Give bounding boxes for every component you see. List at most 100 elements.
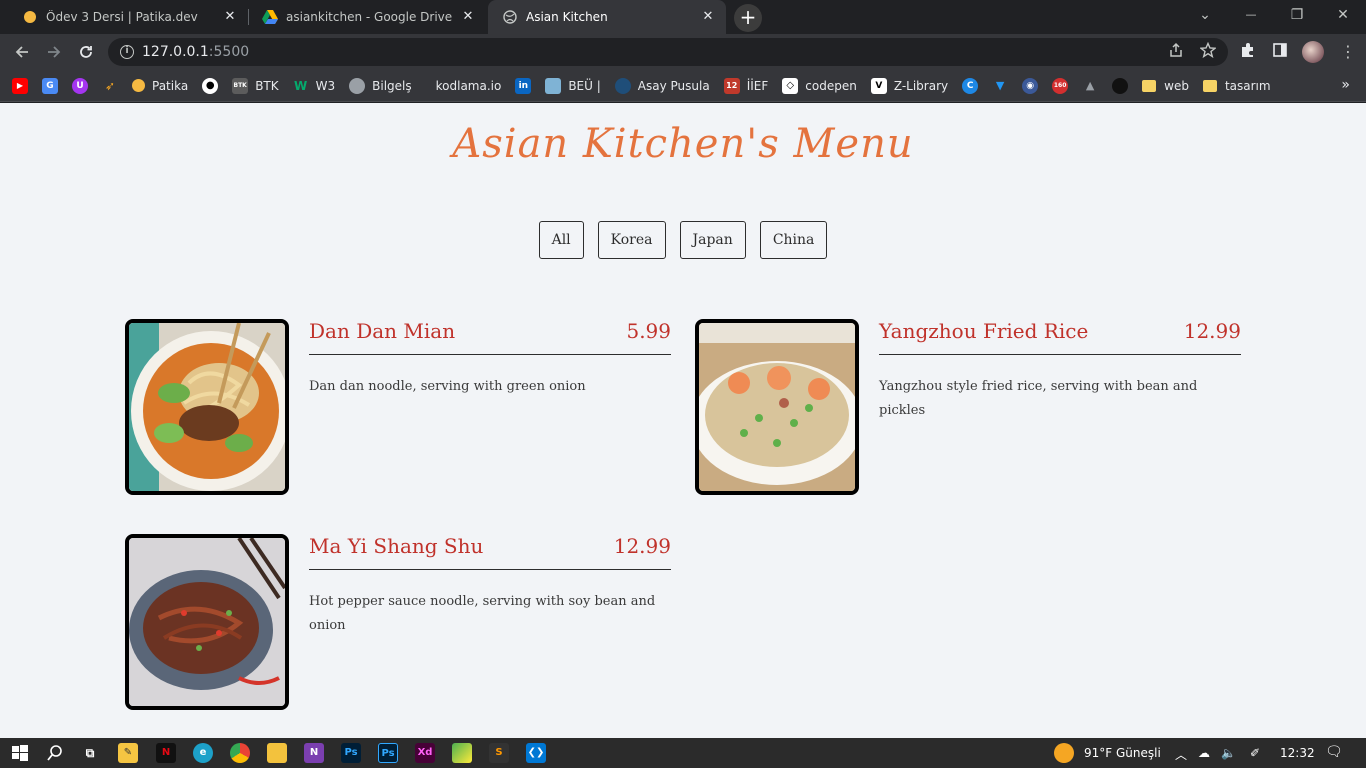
github-icon: ● xyxy=(202,77,219,94)
star-icon[interactable] xyxy=(1198,41,1218,62)
bookmark-codepen[interactable]: ◇ codepen xyxy=(782,77,857,94)
chevron-up-icon[interactable]: ︿ xyxy=(1175,746,1187,763)
hotspot-icon[interactable] xyxy=(452,743,472,763)
bookmark-dark[interactable] xyxy=(1112,77,1129,94)
photoshop-icon[interactable]: Ps xyxy=(378,743,398,763)
reload-icon[interactable] xyxy=(72,38,100,66)
page-content: Asian Kitchen's Menu All Korea Japan Chi… xyxy=(0,103,1366,738)
volume-icon[interactable]: 🔈 xyxy=(1221,746,1236,760)
restore-button[interactable]: ❐ xyxy=(1274,0,1320,34)
tab-strip: Ödev 3 Dersi | Patika.dev ✕ asiankitchen… xyxy=(0,0,1366,34)
close-tab-icon[interactable]: ✕ xyxy=(222,9,238,25)
address-bar[interactable]: i 127.0.0.1:5500 xyxy=(108,38,1228,66)
tab-google-drive[interactable]: asiankitchen - Google Drive ✕ xyxy=(248,0,486,34)
bookmark-folder-tasarim[interactable]: tasarım xyxy=(1202,79,1271,93)
patika-icon xyxy=(132,79,145,92)
bookmark-bilgelis[interactable]: Bilgelş xyxy=(349,77,412,94)
sidepanel-icon[interactable] xyxy=(1270,42,1290,62)
share-icon[interactable] xyxy=(1166,42,1186,62)
weather-text[interactable]: 91°F Güneşli xyxy=(1084,746,1161,760)
iief-icon: 12 xyxy=(723,77,740,94)
bookmark-vuetify[interactable]: ▼ xyxy=(992,78,1008,94)
taskview-icon[interactable]: ⧉ xyxy=(80,743,100,763)
bookmark-zlibrary[interactable]: V Z-Library xyxy=(870,77,949,94)
filter-all-button[interactable]: All xyxy=(538,221,584,259)
notes-icon[interactable]: ✎ xyxy=(118,743,138,763)
xd-icon[interactable]: Xd xyxy=(415,743,435,763)
graduation-cap-icon: ▲ xyxy=(1085,78,1095,92)
netflix-icon[interactable]: N xyxy=(156,743,176,763)
clock-time[interactable]: 12:32 xyxy=(1280,746,1315,760)
sublime-icon[interactable]: S xyxy=(489,743,509,763)
bookmark-btk[interactable]: BTK BTK xyxy=(232,77,279,94)
page-title: Asian Kitchen's Menu xyxy=(452,121,914,167)
cloud-icon[interactable]: ☁ xyxy=(1198,746,1210,760)
glass-noodle-photo xyxy=(125,534,289,710)
close-tab-icon[interactable]: ✕ xyxy=(700,9,716,25)
notifications-icon[interactable]: 🗨 xyxy=(1325,744,1343,760)
chrome-icon[interactable] xyxy=(230,743,250,763)
bookmark-label: BEÜ | xyxy=(568,78,601,93)
weather-sun-icon[interactable] xyxy=(1054,743,1074,763)
close-tab-icon[interactable]: ✕ xyxy=(460,9,476,25)
tab-patika[interactable]: Ödev 3 Dersi | Patika.dev ✕ xyxy=(8,0,248,34)
filter-china-button[interactable]: China xyxy=(759,221,828,259)
bookmark-w3[interactable]: W W3 xyxy=(293,78,336,94)
bookmark-folder-web[interactable]: web xyxy=(1142,79,1189,93)
bookmark-rocket[interactable]: ➶ xyxy=(102,78,118,94)
vscode-icon[interactable]: ❮❯ xyxy=(526,743,546,763)
bookmark-udemy[interactable]: U xyxy=(72,77,88,94)
forward-icon[interactable] xyxy=(40,38,68,66)
photoshop-icon[interactable]: Ps xyxy=(341,743,361,763)
minimize-button[interactable]: — xyxy=(1228,0,1274,34)
bookmark-160[interactable]: 160 xyxy=(1052,77,1069,94)
bookmark-youtube[interactable]: ▶ xyxy=(12,77,28,94)
windows-taskbar: ⧉ ✎ N e N Ps Ps Xd S ❮❯ 91°F Güneşli ︿ ☁… xyxy=(0,738,1366,768)
filter-japan-button[interactable]: Japan xyxy=(679,221,746,259)
tab-search-icon[interactable]: ⌄ xyxy=(1182,0,1228,34)
bookmark-label: BTK xyxy=(255,78,279,93)
patika-favicon xyxy=(22,9,38,25)
puzzle-icon[interactable] xyxy=(1238,42,1258,62)
bookmark-translate[interactable]: G xyxy=(42,77,58,94)
filter-korea-button[interactable]: Korea xyxy=(597,221,666,259)
bookmark-label: codepen xyxy=(805,78,857,93)
globe-icon xyxy=(502,9,518,25)
bookmark-kodlama[interactable]: kodlama.io xyxy=(436,79,502,93)
menu-item-description: Hot pepper sauce noodle, serving with so… xyxy=(309,594,656,633)
bookmark-label: W3 xyxy=(315,78,336,93)
menu-item-price: 12.99 xyxy=(613,534,671,558)
tab-title: asiankitchen - Google Drive xyxy=(286,10,453,24)
globe-icon xyxy=(349,77,366,94)
bookmark-linkedin[interactable]: in xyxy=(515,77,532,94)
menu-kebab-icon[interactable]: ⋮ xyxy=(1338,42,1358,62)
new-tab-button[interactable]: + xyxy=(734,4,762,32)
close-window-button[interactable]: ✕ xyxy=(1320,0,1366,34)
onenote-icon[interactable]: N xyxy=(304,743,324,763)
pen-icon[interactable]: ✐ xyxy=(1250,746,1260,760)
start-icon[interactable] xyxy=(10,743,30,763)
back-icon[interactable] xyxy=(8,38,36,66)
profile-avatar[interactable] xyxy=(1302,41,1324,63)
site-info-icon[interactable]: i xyxy=(120,45,134,59)
menu-item-header: Yangzhou Fried Rice 12.99 xyxy=(879,319,1241,355)
bookmark-label: Z-Library xyxy=(893,78,949,93)
bookmark-github[interactable]: ● xyxy=(202,77,219,94)
bookmark-c[interactable]: C xyxy=(962,77,979,94)
google-drive-icon xyxy=(262,9,278,25)
bookmark-iief[interactable]: 12 İİEF xyxy=(723,77,768,94)
bookmark-cap[interactable]: ▲ xyxy=(1082,78,1098,94)
menu-item-header: Dan Dan Mian 5.99 xyxy=(309,319,671,355)
more-bookmarks-icon[interactable]: » xyxy=(1341,77,1350,93)
explorer-icon[interactable] xyxy=(267,743,287,763)
bookmark-beu[interactable]: BEÜ | xyxy=(545,77,601,94)
tab-asian-kitchen[interactable]: Asian Kitchen ✕ xyxy=(488,0,726,34)
bookmark-owl[interactable]: ◉ xyxy=(1022,77,1039,94)
bookmark-patika[interactable]: Patika xyxy=(132,79,188,93)
search-icon[interactable] xyxy=(45,743,65,763)
bookmark-label: web xyxy=(1164,78,1189,93)
bookmark-asay-pusula[interactable]: Asay Pusula xyxy=(614,77,710,94)
menu-item: Ma Yi Shang Shu 12.99 Hot pepper sauce n… xyxy=(125,534,671,710)
tab-title: Asian Kitchen xyxy=(526,10,608,24)
edge-icon[interactable]: e xyxy=(193,743,213,763)
